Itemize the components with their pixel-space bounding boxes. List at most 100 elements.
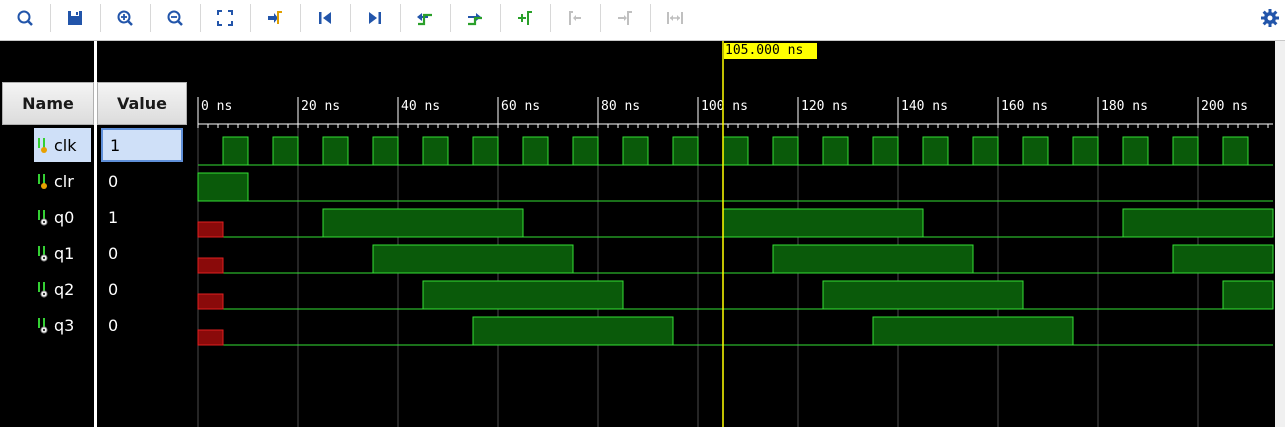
fit-icon — [217, 10, 233, 26]
waveform-high-clk — [722, 136, 749, 166]
tick-label: 80 ns — [601, 99, 640, 114]
signal-value-q0[interactable]: 1 — [101, 200, 183, 234]
tick-label: 40 ns — [401, 99, 440, 114]
zoom-fit-button[interactable] — [203, 3, 247, 33]
output-port-icon — [38, 282, 48, 298]
search-icon — [17, 10, 33, 26]
go-to-cursor-icon — [268, 11, 282, 24]
signal-name-label: q0 — [54, 207, 75, 227]
previous-transition-icon — [417, 13, 432, 26]
toolbar-separator — [100, 4, 101, 32]
toolbar-separator — [50, 4, 51, 32]
zoom-search-button[interactable] — [3, 3, 47, 33]
waveform-high-q2 — [422, 280, 624, 310]
waveform-high-clk — [222, 136, 249, 166]
waveform-toolbar — [0, 0, 1285, 41]
waveform-high-q2 — [1222, 280, 1274, 310]
tick-label: 120 ns — [801, 99, 848, 114]
waveform-high-clk — [272, 136, 299, 166]
save-button[interactable] — [53, 3, 97, 33]
waveform-high-clk — [1022, 136, 1049, 166]
previous-marker-icon — [569, 11, 581, 25]
signal-name-clr[interactable]: clr — [34, 164, 90, 198]
tick-label: 60 ns — [501, 99, 540, 114]
value-column-header[interactable]: Value — [97, 82, 187, 125]
gear-icon[interactable] — [1257, 3, 1283, 33]
waveform-unknown-q1 — [197, 257, 224, 274]
waveform-high-clk — [1222, 136, 1249, 166]
waveform-high-clr — [197, 172, 249, 202]
previous-transition-button[interactable] — [403, 3, 447, 33]
waveform-high-q3 — [872, 316, 1074, 346]
waveform-high-clk — [372, 136, 399, 166]
go-to-cursor-button[interactable] — [253, 3, 297, 33]
output-port-icon — [38, 210, 48, 226]
toolbar-separator — [550, 4, 551, 32]
signal-name-q1[interactable]: q1 — [34, 236, 90, 270]
go-to-time-zero-button[interactable] — [303, 3, 347, 33]
waveform-high-q0 — [322, 208, 524, 238]
waveform-high-clk — [872, 136, 899, 166]
go-to-start-icon — [319, 12, 331, 24]
name-column-header[interactable]: Name — [2, 82, 94, 125]
waveform-high-q3 — [472, 316, 674, 346]
tick-label: 180 ns — [1101, 99, 1148, 114]
waveform-view[interactable]: 0 ns 20 ns 40 ns 60 ns 80 ns 100 ns 120 ns 140 … — [190, 41, 1285, 427]
waveform-canvas[interactable]: 0 ns 20 ns 40 ns 60 ns 80 ns 100 ns 120 ns 140 … — [190, 41, 1275, 427]
signal-name-q2[interactable]: q2 — [34, 272, 90, 306]
toolbar-separator — [650, 4, 651, 32]
save-icon — [68, 11, 82, 25]
add-marker-icon — [518, 11, 532, 25]
swap-cursors-button[interactable] — [653, 3, 697, 33]
toolbar-separator — [200, 4, 201, 32]
previous-marker-button[interactable] — [553, 3, 597, 33]
waveform-high-clk — [322, 136, 349, 166]
waveform-high-q0 — [722, 208, 924, 238]
waveform-high-clk — [622, 136, 649, 166]
cursor-time-label[interactable]: 105.000 ns — [724, 43, 818, 59]
waveform-high-clk — [672, 136, 699, 166]
swap-cursors-icon — [667, 12, 683, 24]
toolbar-separator — [400, 4, 401, 32]
waveform-high-clk — [772, 136, 799, 166]
signal-name-q3[interactable]: q3 — [34, 308, 90, 342]
tick-label: 200 ns — [1201, 99, 1248, 114]
vertical-scrollbar[interactable] — [1275, 41, 1285, 427]
signal-name-q0[interactable]: q0 — [34, 200, 90, 234]
waveform-high-clk — [822, 136, 849, 166]
go-to-end-icon — [369, 12, 381, 24]
waveform-high-clk — [472, 136, 499, 166]
zoom-in-icon — [117, 10, 133, 26]
waveform-high-clk — [922, 136, 949, 166]
signal-name-label: q1 — [54, 243, 75, 263]
zoom-out-button[interactable] — [153, 3, 197, 33]
add-marker-button[interactable] — [503, 3, 547, 33]
tick-label: 0 ns — [201, 99, 232, 114]
next-marker-button[interactable] — [603, 3, 647, 33]
tick-label: 160 ns — [1001, 99, 1048, 114]
next-marker-icon — [618, 11, 632, 25]
toolbar-separator — [450, 4, 451, 32]
zoom-in-button[interactable] — [103, 3, 147, 33]
signal-name-clk[interactable]: clk — [34, 128, 91, 162]
signal-value-q1[interactable]: 0 — [101, 236, 183, 270]
waveform-high-q1 — [1172, 244, 1274, 274]
output-port-icon — [38, 246, 48, 262]
next-transition-button[interactable] — [453, 3, 497, 33]
input-port-icon — [38, 138, 47, 153]
waveform-high-clk — [972, 136, 999, 166]
signal-value-q2[interactable]: 0 — [101, 272, 183, 306]
signal-name-label: clk — [54, 135, 77, 155]
signal-value-clr[interactable]: 0 — [101, 164, 183, 198]
toolbar-separator — [300, 4, 301, 32]
tick-label: 20 ns — [301, 99, 340, 114]
next-transition-icon — [468, 13, 482, 26]
signal-value-q3[interactable]: 0 — [101, 308, 183, 342]
waveform-high-clk — [1122, 136, 1149, 166]
waveform-high-clk — [522, 136, 549, 166]
waveform-unknown-q2 — [197, 293, 224, 310]
waveform-high-q1 — [772, 244, 974, 274]
waveform-high-q0 — [1122, 208, 1274, 238]
signal-value-clk[interactable]: 1 — [101, 128, 183, 162]
go-to-last-time-button[interactable] — [353, 3, 397, 33]
